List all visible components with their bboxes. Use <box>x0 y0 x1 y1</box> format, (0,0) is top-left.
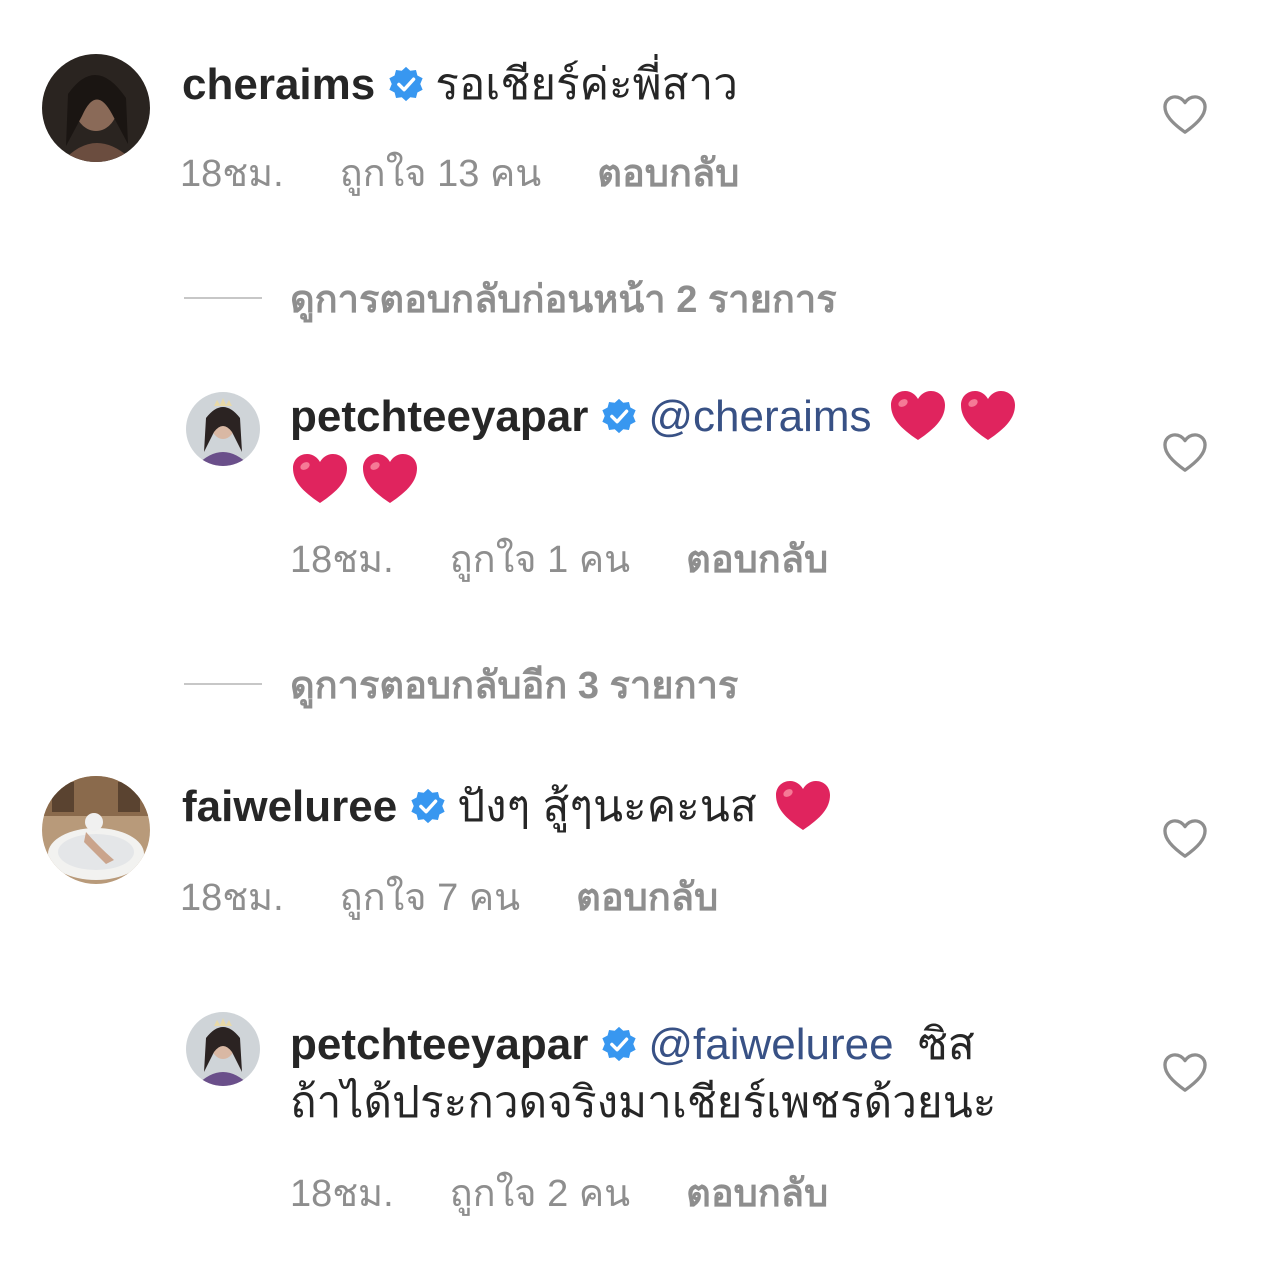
comment-text: รอเชียร์ค่ะพี่สาว <box>435 60 738 109</box>
likes-count[interactable]: ถูกใจ 13 คน <box>340 153 542 195</box>
verified-badge-icon <box>389 67 423 102</box>
likes-count[interactable]: ถูกใจ 7 คน <box>340 877 520 919</box>
comment-time: 18ชม. <box>290 539 394 581</box>
view-more-replies-button[interactable]: ดูการตอบกลับอีก 3 รายการ <box>184 654 738 715</box>
avatar[interactable] <box>186 1012 260 1086</box>
comment-body: petchteeyapar @cheraims <box>290 388 1130 513</box>
view-more-replies-label: ดูการตอบกลับอีก 3 รายการ <box>290 665 739 707</box>
avatar[interactable] <box>42 776 150 884</box>
verified-badge-icon <box>602 399 636 434</box>
heart-icon[interactable] <box>1162 432 1208 474</box>
heart-emoji-icon <box>960 391 1015 441</box>
heart-emoji-icon <box>363 453 417 503</box>
mention-link[interactable]: @faiweluree <box>648 1020 893 1069</box>
comment-body: petchteeyapar @faiweluree ซิสถ้าได้ประกวด… <box>290 1016 1150 1132</box>
comment-body: cheraims รอเชียร์ค่ะพี่สาว <box>182 56 738 114</box>
divider-line <box>184 682 262 685</box>
heart-icon[interactable] <box>1162 818 1208 860</box>
heart-icon[interactable] <box>1162 1052 1208 1094</box>
view-previous-replies-button[interactable]: ดูการตอบกลับก่อนหน้า 2 รายการ <box>184 268 837 329</box>
view-previous-replies-label: ดูการตอบกลับก่อนหน้า 2 รายการ <box>290 279 837 321</box>
comment-time: 18ชม. <box>180 153 284 195</box>
heart-icon[interactable] <box>1162 94 1208 136</box>
reply-button[interactable]: ตอบกลับ <box>576 877 718 919</box>
username[interactable]: cheraims <box>182 60 375 109</box>
likes-count[interactable]: ถูกใจ 1 คน <box>450 539 630 581</box>
comment-text: ปังๆ สู้ๆนะคะนส <box>457 782 757 831</box>
comment-meta: 18ชม. ถูกใจ 7 คน ตอบกลับ <box>180 866 774 927</box>
comment-text: ซิส <box>918 1020 975 1069</box>
mention-link[interactable]: @cheraims <box>648 392 871 441</box>
heart-emoji-icon <box>293 453 347 503</box>
heart-emoji-icon <box>890 391 945 441</box>
username[interactable]: petchteeyapar <box>290 392 588 441</box>
reply-button[interactable]: ตอบกลับ <box>686 1173 828 1215</box>
comment-meta: 18ชม. ถูกใจ 2 คน ตอบกลับ <box>290 1162 884 1223</box>
verified-badge-icon <box>602 1027 636 1062</box>
comment-meta: 18ชม. ถูกใจ 13 คน ตอบกลับ <box>180 142 795 203</box>
username[interactable]: faiweluree <box>182 782 397 831</box>
avatar[interactable] <box>186 392 260 466</box>
comment-time: 18ชม. <box>180 877 284 919</box>
likes-count[interactable]: ถูกใจ 2 คน <box>450 1173 630 1215</box>
comment-time: 18ชม. <box>290 1173 394 1215</box>
reply-button[interactable]: ตอบกลับ <box>597 153 739 195</box>
divider-line <box>184 296 262 299</box>
username[interactable]: petchteeyapar <box>290 1020 588 1069</box>
comment-meta: 18ชม. ถูกใจ 1 คน ตอบกลับ <box>290 528 884 589</box>
comment-text: ถ้าได้ประกวดจริงมาเชียร์เพชรด้วยนะ <box>290 1078 997 1127</box>
heart-emoji-icon <box>775 781 830 831</box>
avatar[interactable] <box>42 54 150 162</box>
reply-button[interactable]: ตอบกลับ <box>686 539 828 581</box>
verified-badge-icon <box>411 789 445 824</box>
comment-body: faiweluree ปังๆ สู้ๆนะคะนส <box>182 778 839 840</box>
